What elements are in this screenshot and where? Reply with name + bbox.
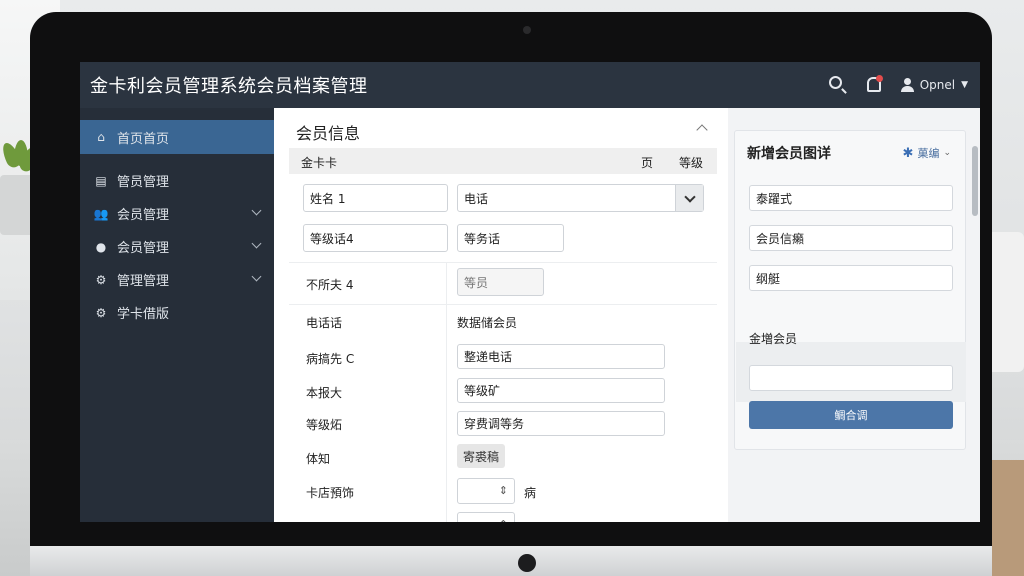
sidebar-item-card[interactable]: ⚙ 学卡借版 [80, 296, 274, 329]
sidebar-item-management[interactable]: ⚙ 管理管理 [80, 263, 274, 296]
quantity-stepper[interactable] [457, 478, 515, 504]
sidebar-item-label: 管员管理 [117, 175, 170, 190]
row-label: 等级炻 [306, 418, 343, 432]
users-icon: 👥 [93, 206, 109, 221]
column-header: 金卡卡 [301, 156, 338, 170]
row-value: 数据储会员 [457, 316, 518, 330]
chevron-down-icon [251, 238, 262, 249]
document-icon: ▤ [95, 173, 107, 188]
chevron-up-icon[interactable] [696, 124, 708, 136]
home-icon: ⌂ [97, 130, 105, 144]
user-icon: ● [95, 239, 107, 254]
unit-label: 病 [524, 486, 537, 500]
sidebar-item-label: 会员管理 [117, 241, 170, 256]
sidebar-item-members-2[interactable]: ● 会员管理 [80, 230, 274, 263]
level-phone-field[interactable]: 等级话4 [303, 224, 448, 252]
sidebar-item-members[interactable]: 👥 会员管理 [80, 197, 274, 230]
new-member-panel: 新增会员图详 ✱ 菓编 ⌄ 泰躍式 会员信癩 纲艇 金増会员 鲷合调 [734, 130, 966, 450]
top-bar-actions: Opnel ▼ [828, 62, 968, 108]
column-header: 等级 [679, 156, 704, 170]
row-input[interactable]: 穿费调等务 [457, 411, 665, 436]
field-label: 不所夫 4 [306, 278, 354, 292]
user-menu[interactable]: Opnel ▼ [900, 78, 968, 92]
row-label: 卡店預饰 [306, 486, 355, 500]
phone-select[interactable]: 电话 [457, 184, 704, 212]
level-phone-field-2[interactable]: 等务话 [457, 224, 564, 252]
asterisk-icon: ✱ [902, 145, 914, 161]
user-name: Opnel [919, 78, 956, 92]
sidebar-item-label: 首页首页 [117, 131, 170, 147]
edit-action[interactable]: ✱ 菓编 ⌄ [903, 145, 951, 161]
scrollbar[interactable] [972, 146, 978, 216]
sidebar-item-staff[interactable]: ▤ 管员管理 [80, 164, 274, 197]
column-header: 页 [641, 156, 654, 170]
name-field[interactable]: 姓名 1 [303, 184, 448, 212]
gear-icon: ⚙ [95, 305, 107, 320]
row-label: 病搞先 C [306, 352, 355, 366]
row-label: 本报大 [306, 386, 343, 400]
sidebar-item-label: 学卡借版 [117, 307, 170, 322]
camera [523, 26, 531, 34]
monitor-chin [30, 546, 992, 576]
empty-input[interactable] [749, 365, 953, 391]
divider [446, 262, 447, 522]
phone-select-value: 电话 [464, 191, 489, 206]
row-label: 体知 [306, 452, 331, 466]
top-bar: 金卡利会员管理系统会员档案管理 Opnel ▼ [80, 62, 980, 108]
chevron-down-icon [251, 205, 262, 216]
user-icon [900, 78, 914, 92]
row-input[interactable]: 整递电话 [457, 344, 665, 369]
chevron-down-icon: ⌄ [943, 148, 951, 158]
apple-logo-icon [518, 554, 536, 572]
panel-field[interactable]: 会员信癩 [749, 225, 953, 251]
bell-icon[interactable] [864, 75, 884, 95]
gear-icon: ⚙ [95, 272, 107, 287]
section-title: 会员信息 [296, 124, 361, 143]
row-label: 电话话 [306, 316, 343, 330]
panel-title: 新增会员图详 [747, 146, 831, 162]
sidebar-item-label: 管理管理 [117, 274, 170, 289]
search-icon[interactable] [828, 75, 848, 95]
panel-field[interactable]: 纲艇 [749, 265, 953, 291]
row-input[interactable]: 等级矿 [457, 378, 665, 403]
edit-action-label: 菓编 [917, 147, 940, 160]
section-label: 金増会员 [749, 332, 798, 346]
monitor: 金卡利会员管理系统会员档案管理 Opnel ▼ ⌂ 首页首页 ▤ 管员管理 👥 … [30, 12, 992, 576]
chevron-down-icon[interactable] [675, 185, 703, 211]
sidebar-item-label: 会员管理 [117, 208, 170, 223]
notification-dot [875, 75, 883, 82]
sidebar: ⌂ 首页首页 ▤ 管员管理 👥 会员管理 ● 会员管理 ⚙ 管理管理 ⚙ 学卡借… [80, 108, 274, 522]
member-field[interactable]: 等员 [457, 268, 544, 296]
tag-pill[interactable]: 寄裘稿 [457, 444, 506, 468]
panel-field[interactable]: 泰躍式 [749, 185, 953, 211]
app-title: 金卡利会员管理系统会员档案管理 [90, 76, 368, 97]
table-header: 金卡卡 页 等级 [289, 148, 717, 174]
chevron-down-icon: ▼ [961, 80, 968, 90]
submit-button[interactable]: 鲷合调 [749, 401, 953, 429]
member-info-panel: 会员信息 金卡卡 页 等级 姓名 1 电话 等级话4 等务话 不所夫 4 等员 … [274, 108, 728, 522]
app-screen: 金卡利会员管理系统会员档案管理 Opnel ▼ ⌂ 首页首页 ▤ 管员管理 👥 … [80, 62, 980, 522]
divider [289, 262, 717, 263]
quantity-stepper-2[interactable] [457, 512, 515, 522]
divider [289, 304, 717, 305]
sidebar-item-home[interactable]: ⌂ 首页首页 [80, 120, 274, 154]
chevron-down-icon [251, 271, 262, 282]
